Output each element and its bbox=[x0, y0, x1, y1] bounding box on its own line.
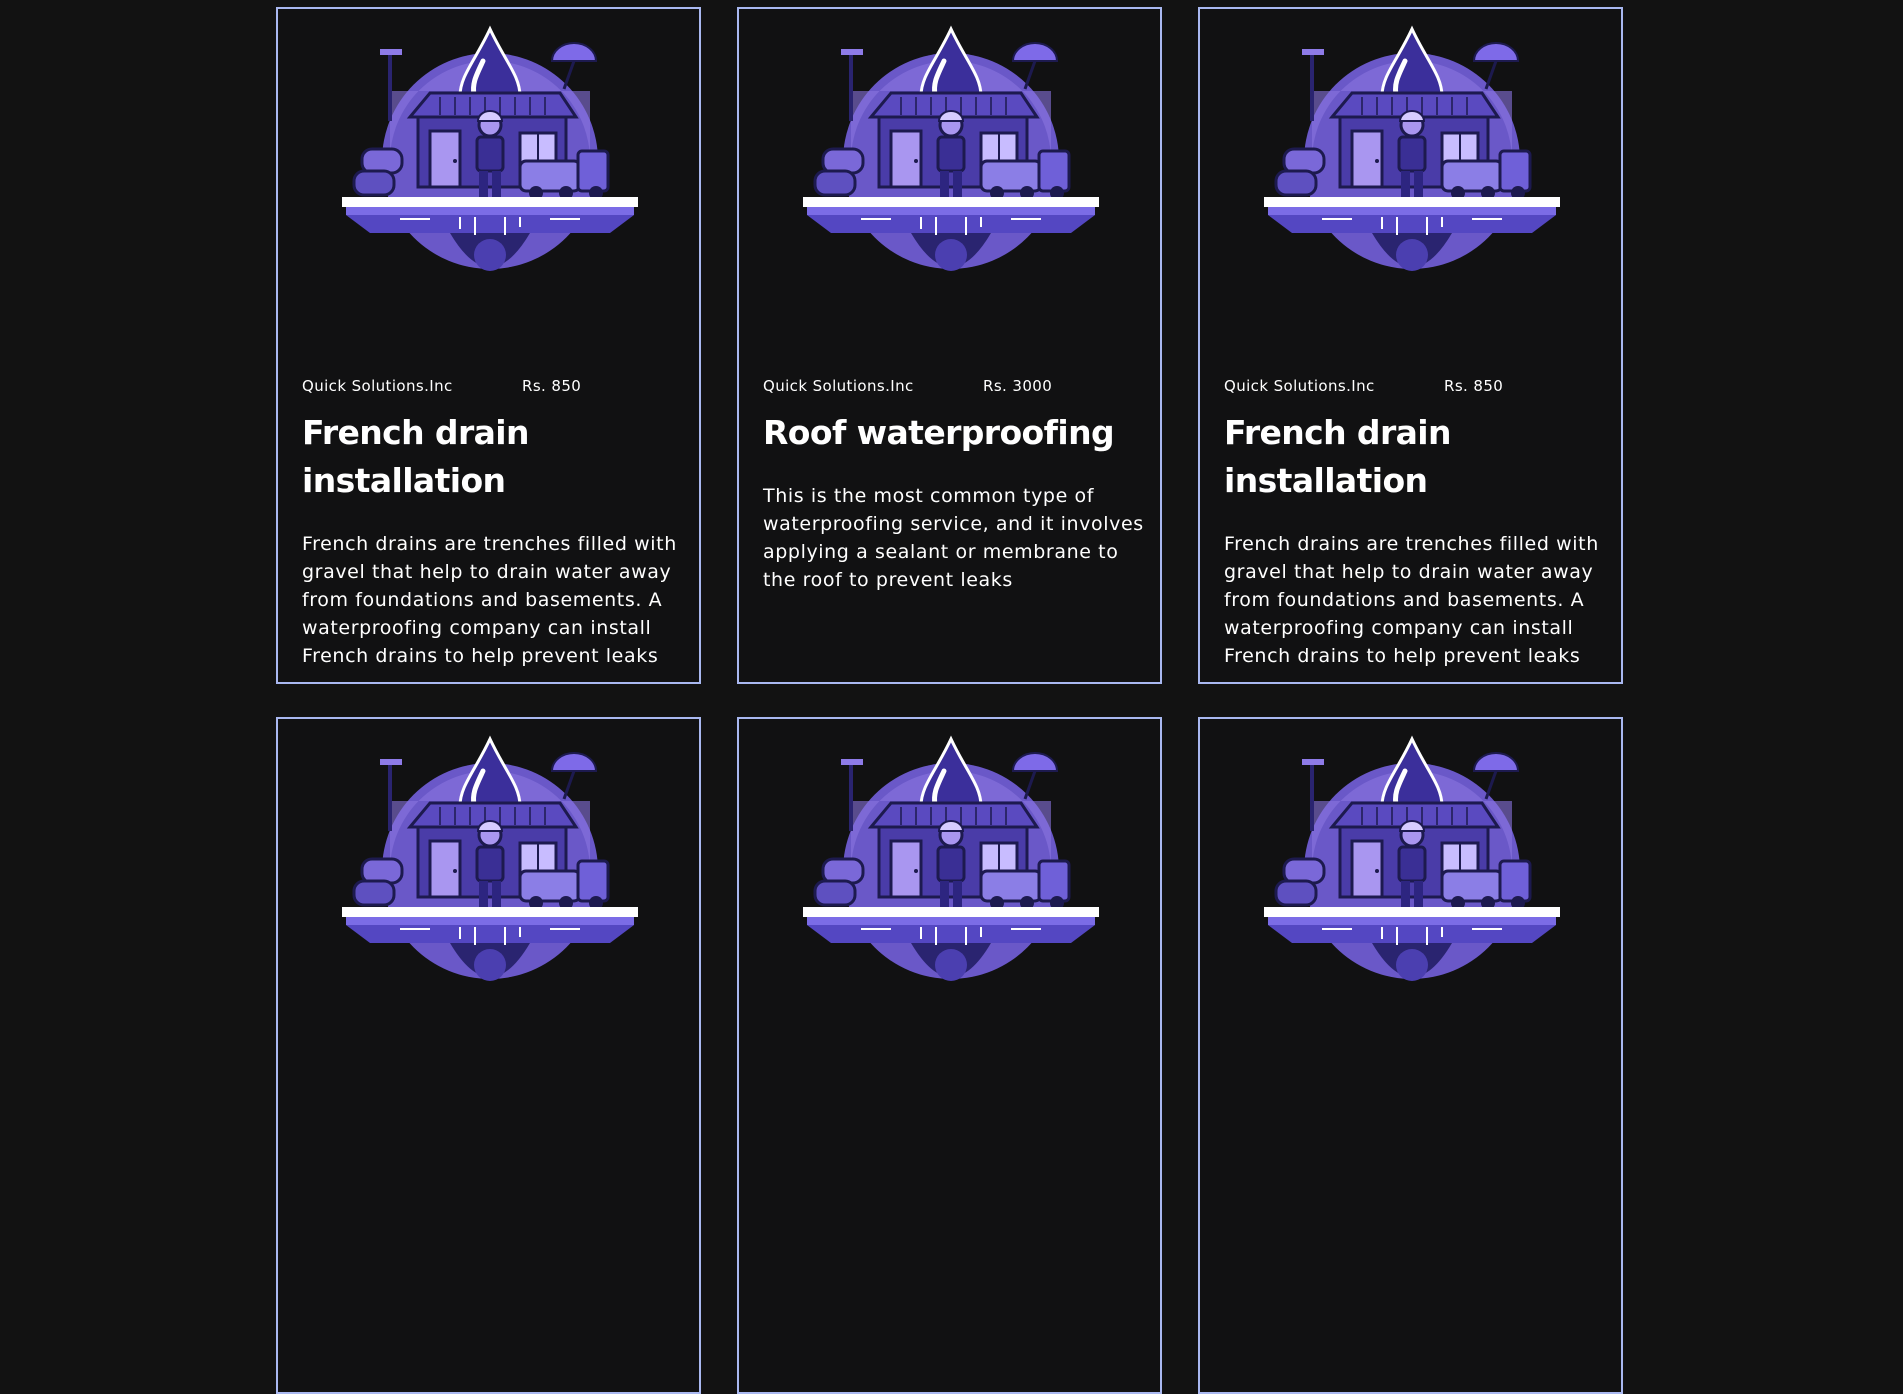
service-card[interactable] bbox=[276, 717, 701, 1394]
service-card[interactable] bbox=[1198, 717, 1623, 1394]
service-card[interactable]: Quick Solutions.Inc Rs. 3000 Roof waterp… bbox=[737, 7, 1162, 684]
company-name: Quick Solutions.Inc bbox=[1224, 377, 1375, 395]
card-description: This is the most common type of waterpro… bbox=[763, 485, 1144, 591]
waterproofing-illustration-icon bbox=[1262, 21, 1562, 301]
card-title: French drain installation bbox=[302, 413, 530, 500]
service-card-grid: Quick Solutions.Inc Rs. 850 French drain… bbox=[276, 7, 1627, 1394]
price-label: Rs. 850 bbox=[1444, 377, 1504, 395]
card-title: French drain installation bbox=[1224, 413, 1452, 500]
service-card[interactable]: Quick Solutions.Inc Rs. 850 French drain… bbox=[1198, 7, 1623, 684]
price-label: Rs. 850 bbox=[522, 377, 582, 395]
company-name: Quick Solutions.Inc bbox=[302, 377, 453, 395]
service-card[interactable]: Quick Solutions.Inc Rs. 850 French drain… bbox=[276, 7, 701, 684]
waterproofing-illustration-icon bbox=[801, 731, 1101, 1011]
card-title: Roof waterproofing bbox=[763, 413, 1115, 452]
card-meta: Quick Solutions.Inc Rs. 3000 bbox=[763, 377, 1052, 395]
card-description: French drains are trenches filled with g… bbox=[302, 533, 677, 667]
service-card[interactable] bbox=[737, 717, 1162, 1394]
card-description: French drains are trenches filled with g… bbox=[1224, 533, 1599, 667]
waterproofing-illustration-icon bbox=[340, 731, 640, 1011]
waterproofing-illustration-icon bbox=[340, 21, 640, 301]
price-label: Rs. 3000 bbox=[983, 377, 1053, 395]
card-meta: Quick Solutions.Inc Rs. 850 bbox=[302, 377, 581, 395]
waterproofing-illustration-icon bbox=[1262, 731, 1562, 1011]
waterproofing-illustration-icon bbox=[801, 21, 1101, 301]
company-name: Quick Solutions.Inc bbox=[763, 377, 914, 395]
card-meta: Quick Solutions.Inc Rs. 850 bbox=[1224, 377, 1503, 395]
